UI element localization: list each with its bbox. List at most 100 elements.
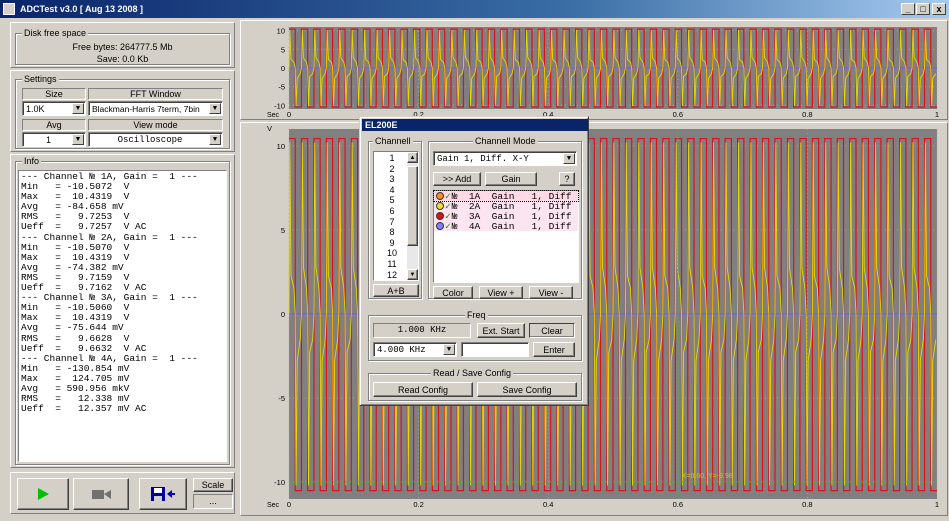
channel-mode-select[interactable]: Gain 1, Diff. X-Y ▼ [433, 151, 577, 166]
freq-input[interactable] [461, 342, 529, 357]
freq-select[interactable]: 4.000 KHz ▼ [373, 342, 457, 357]
channel-list-item[interactable]: 1 [377, 153, 407, 164]
dialog-title: EL200E [362, 119, 588, 131]
config-group: Read / Save Config Read Config Save Conf… [368, 368, 582, 401]
x-unit-label: Sec [267, 112, 280, 119]
chevron-down-icon: ▼ [209, 103, 221, 114]
play-button[interactable] [17, 478, 69, 510]
disk-group: Disk free space Free bytes: 264777.5 Mb … [15, 28, 230, 65]
channel-scrollbar[interactable]: ▲ ▼ [407, 152, 418, 280]
channel-list-item[interactable]: 10 [377, 248, 407, 259]
info-panel: Info --- Channel № 1A, Gain = 1 --- Min =… [10, 154, 235, 468]
active-channels-list[interactable]: ✓ № 1A Gain 1, Diff ✓ № 2A Gain 1, Diff ✓ № 3… [433, 190, 579, 283]
y-unit-label: V [267, 124, 272, 133]
oscilloscope-plot[interactable]: 0 0.2 0.4 0.6 0.8 1 10 5 0 -5 -10 Sec V X=0.60, Y=-9.… [241, 123, 947, 515]
fft-value: Blackman-Harris 7term, 7bin [92, 103, 200, 114]
ext-start-button[interactable]: Ext. Start [477, 323, 525, 338]
checkmark-icon[interactable]: ✓ [445, 221, 451, 232]
scale-value: ... [193, 494, 233, 509]
info-group-label: Info [22, 156, 42, 166]
channel-mode-group: Channell Mode Gain 1, Diff. X-Y ▼ >> Add … [428, 136, 582, 299]
view-plus-button[interactable]: View + [479, 286, 523, 299]
channel-list-item[interactable]: 11 [377, 259, 407, 270]
minimize-button[interactable]: _ [901, 3, 915, 15]
channel-list-item[interactable]: 12 [377, 270, 407, 281]
channel-group-label: Channell [373, 136, 413, 146]
save-data-button[interactable] [139, 478, 187, 510]
size-select[interactable]: 1.0K ▼ [22, 101, 86, 116]
save-config-button[interactable]: Save Config [477, 382, 577, 397]
channel-list-item[interactable]: 6 [377, 206, 407, 217]
scale-label[interactable]: Scale [193, 478, 233, 492]
info-text: --- Channel № 1A, Gain = 1 --- Min = -10.… [18, 170, 227, 462]
freq-display: 1.000 KHz [373, 323, 471, 338]
y-tick-label: -10 [274, 478, 285, 487]
chevron-down-icon: ▼ [72, 134, 84, 145]
scroll-down-arrow-icon[interactable]: ▼ [407, 269, 418, 280]
y-tick-label: 0 [281, 64, 285, 73]
channel-list-item[interactable]: 3 [377, 174, 407, 185]
active-channel-row[interactable]: ✓ № 2A Gain 1, Diff [434, 201, 578, 212]
scroll-thumb[interactable] [407, 166, 418, 246]
overview-plot[interactable]: 0 0.2 0.4 0.6 0.8 11050-5-10Sec [241, 21, 947, 119]
channel-mode-label: Channell Mode [473, 136, 538, 146]
channel-color-dot-icon[interactable] [436, 192, 444, 200]
maximize-button[interactable]: □ [916, 3, 930, 15]
active-channel-row[interactable]: ✓ № 3A Gain 1, Diff [434, 211, 578, 222]
channel-color-dot-icon[interactable] [436, 202, 444, 210]
channel-list-item[interactable]: 4 [377, 185, 407, 196]
view-minus-button[interactable]: View - [529, 286, 573, 299]
avg-label: Avg [22, 119, 86, 131]
avg-value: 1 [45, 134, 51, 145]
x-tick-label: 0 [287, 500, 291, 509]
x-tick-label: 0.4 [543, 500, 553, 509]
y-tick-label: -5 [278, 394, 285, 403]
avg-select[interactable]: 1 ▼ [22, 132, 86, 147]
chevron-down-icon: ▼ [443, 344, 455, 355]
window-title: ADCTest v3.0 [ Aug 13 2008 ] [20, 4, 144, 14]
title-bar: ADCTest v3.0 [ Aug 13 2008 ] _ □ x [0, 0, 949, 18]
x-tick-label: 0.8 [802, 500, 812, 509]
x-tick-label: 1 [935, 110, 939, 119]
a-plus-b-button[interactable]: A+B [373, 284, 419, 297]
camera-icon [92, 490, 111, 499]
close-button[interactable]: x [932, 3, 946, 15]
view-mode-select[interactable]: Oscilloscope ▼ [88, 132, 223, 147]
add-channel-button[interactable]: >> Add [433, 172, 481, 186]
camera-button[interactable] [73, 478, 129, 510]
help-button[interactable]: ? [559, 172, 575, 186]
channel-list-item[interactable]: 8 [377, 227, 407, 238]
x-tick-label: 0.6 [673, 500, 683, 509]
fft-window-select[interactable]: Blackman-Harris 7term, 7bin ▼ [88, 101, 223, 116]
y-tick-label: 0 [281, 310, 285, 319]
y-tick-label: 10 [277, 27, 285, 36]
overview-plot-frame: 0 0.2 0.4 0.6 0.8 1 10 5 0 -5 -10 Sec [240, 20, 948, 120]
free-bytes-text: Free bytes: 264777.5 Mb [72, 42, 173, 52]
size-label: Size [22, 88, 86, 100]
scroll-up-arrow-icon[interactable]: ▲ [407, 152, 418, 163]
channel-color-dot-icon[interactable] [436, 222, 444, 230]
y-tick-label: 5 [281, 45, 285, 54]
channel-list[interactable]: 1 2 3 4 5 6 7 8 9 10 11 12 ▲ ▼ [373, 151, 419, 281]
channel-color-dot-icon[interactable] [436, 212, 444, 220]
channel-list-item[interactable]: 5 [377, 195, 407, 206]
gain-button[interactable]: Gain [485, 172, 537, 186]
y-tick-label: 5 [281, 226, 285, 235]
active-channel-row[interactable]: ✓ № 4A Gain 1, Diff [434, 221, 578, 232]
channel-list-item[interactable]: 2 [377, 164, 407, 175]
clear-button[interactable]: Clear [529, 323, 575, 338]
chevron-down-icon: ▼ [72, 103, 84, 114]
fft-label: FFT Window [88, 88, 223, 100]
channel-list-item[interactable]: 7 [377, 217, 407, 228]
settings-panel: Settings Size 1.0K ▼ FFT Window Blackman-… [10, 70, 235, 152]
info-line: Ueff = 12.357 mV AC [21, 403, 147, 415]
active-channel-row[interactable]: ✓ № 1A Gain 1, Diff [433, 190, 579, 202]
channel-mode-value: Gain 1, Diff. X-Y [437, 153, 529, 164]
y-tick-label: -5 [278, 83, 285, 92]
color-button[interactable]: Color [433, 286, 473, 299]
channel-list-item[interactable]: 9 [377, 238, 407, 249]
y-tick-label: -10 [274, 101, 285, 110]
read-config-button[interactable]: Read Config [373, 382, 473, 397]
x-tick-label: 0 [287, 110, 291, 119]
enter-button[interactable]: Enter [533, 342, 575, 357]
